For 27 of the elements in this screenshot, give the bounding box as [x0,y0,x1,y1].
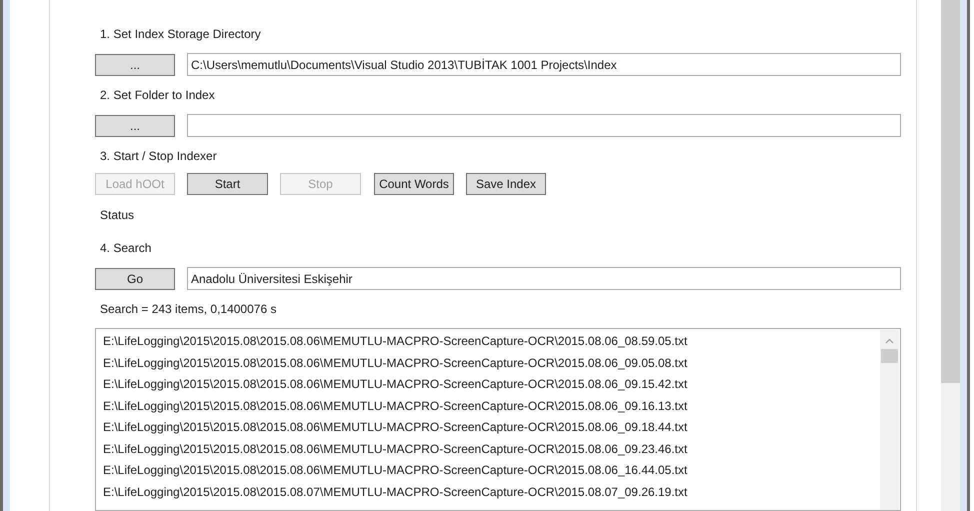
result-item[interactable]: E:\LifeLogging\2015\2015.08\2015.08.06\MEMUTLU-MACPRO-ScreenCapture-OCR\2015.08.06_16.44.05.txt [103,460,900,482]
status-text: Status [99,207,136,223]
section-label: 4. Search [99,240,152,256]
scroll-thumb[interactable] [881,349,898,363]
window-scrollbar[interactable] [941,0,960,511]
result-item[interactable]: E:\LifeLogging\2015\2015.08\2015.08.06\MEMUTLU-MACPRO-ScreenCapture-OCR\2015.08.06_09.18.44.txt [103,417,900,438]
result-item[interactable]: E:\LifeLogging\2015\2015.08\2015.08.06\MEMUTLU-MACPRO-ScreenCapture-OCR\2015.08.06_09.05.08.txt [103,352,900,374]
result-item[interactable]: E:\LifeLogging\2015\2015.08\2015.08.06\MEMUTLU-MACPRO-ScreenCapture-OCR\2015.08.06_09.16.13.txt [103,396,900,417]
list-scrollbar[interactable] [880,330,899,510]
path-field[interactable]: C:\Users\memutlu\Documents\Visual Studio 2013\TUBİTAK 1001 Projects\Index [187,53,901,76]
browse-button[interactable]: ... [95,114,175,136]
result-item[interactable]: E:\LifeLogging\2015\2015.08\2015.08.07\MEMUTLU-MACPRO-ScreenCapture-OCR\2015.08.07_09.26.19.txt [103,482,900,503]
result-item[interactable]: E:\LifeLogging\2015\2015.08\2015.08.06\MEMUTLU-MACPRO-ScreenCapture-OCR\2015.08.06_09.15.42.txt [103,374,900,396]
result-item[interactable]: E:\LifeLogging\2015\2015.08\2015.08.06\MEMUTLU-MACPRO-ScreenCapture-OCR\2015.08.06_09.23.46.txt [103,438,900,460]
indexer-button[interactable]: Save Index [466,173,546,195]
go-button[interactable]: Go [95,268,175,290]
indexer-button[interactable]: Start [187,173,268,195]
path-field[interactable] [187,114,901,137]
search-field[interactable]: Anadolu Üniversitesi Eskişehir [187,267,901,290]
search-summary: Search = 243 items, 0,1400076 s [99,301,278,317]
browse-button[interactable]: ... [95,54,175,76]
result-item[interactable]: E:\LifeLogging\2015\2015.08\2015.08.06\MEMUTLU-MACPRO-ScreenCapture-OCR\2015.08.06_08.59.05.txt [103,331,900,352]
section-label: 3. Start / Stop Indexer [99,148,218,164]
indexer-button[interactable]: Count Words [374,173,454,195]
chevron-up-icon[interactable] [885,338,894,344]
section-label: 2. Set Folder to Index [99,87,216,103]
section-label: 1. Set Index Storage Directory [99,26,262,42]
